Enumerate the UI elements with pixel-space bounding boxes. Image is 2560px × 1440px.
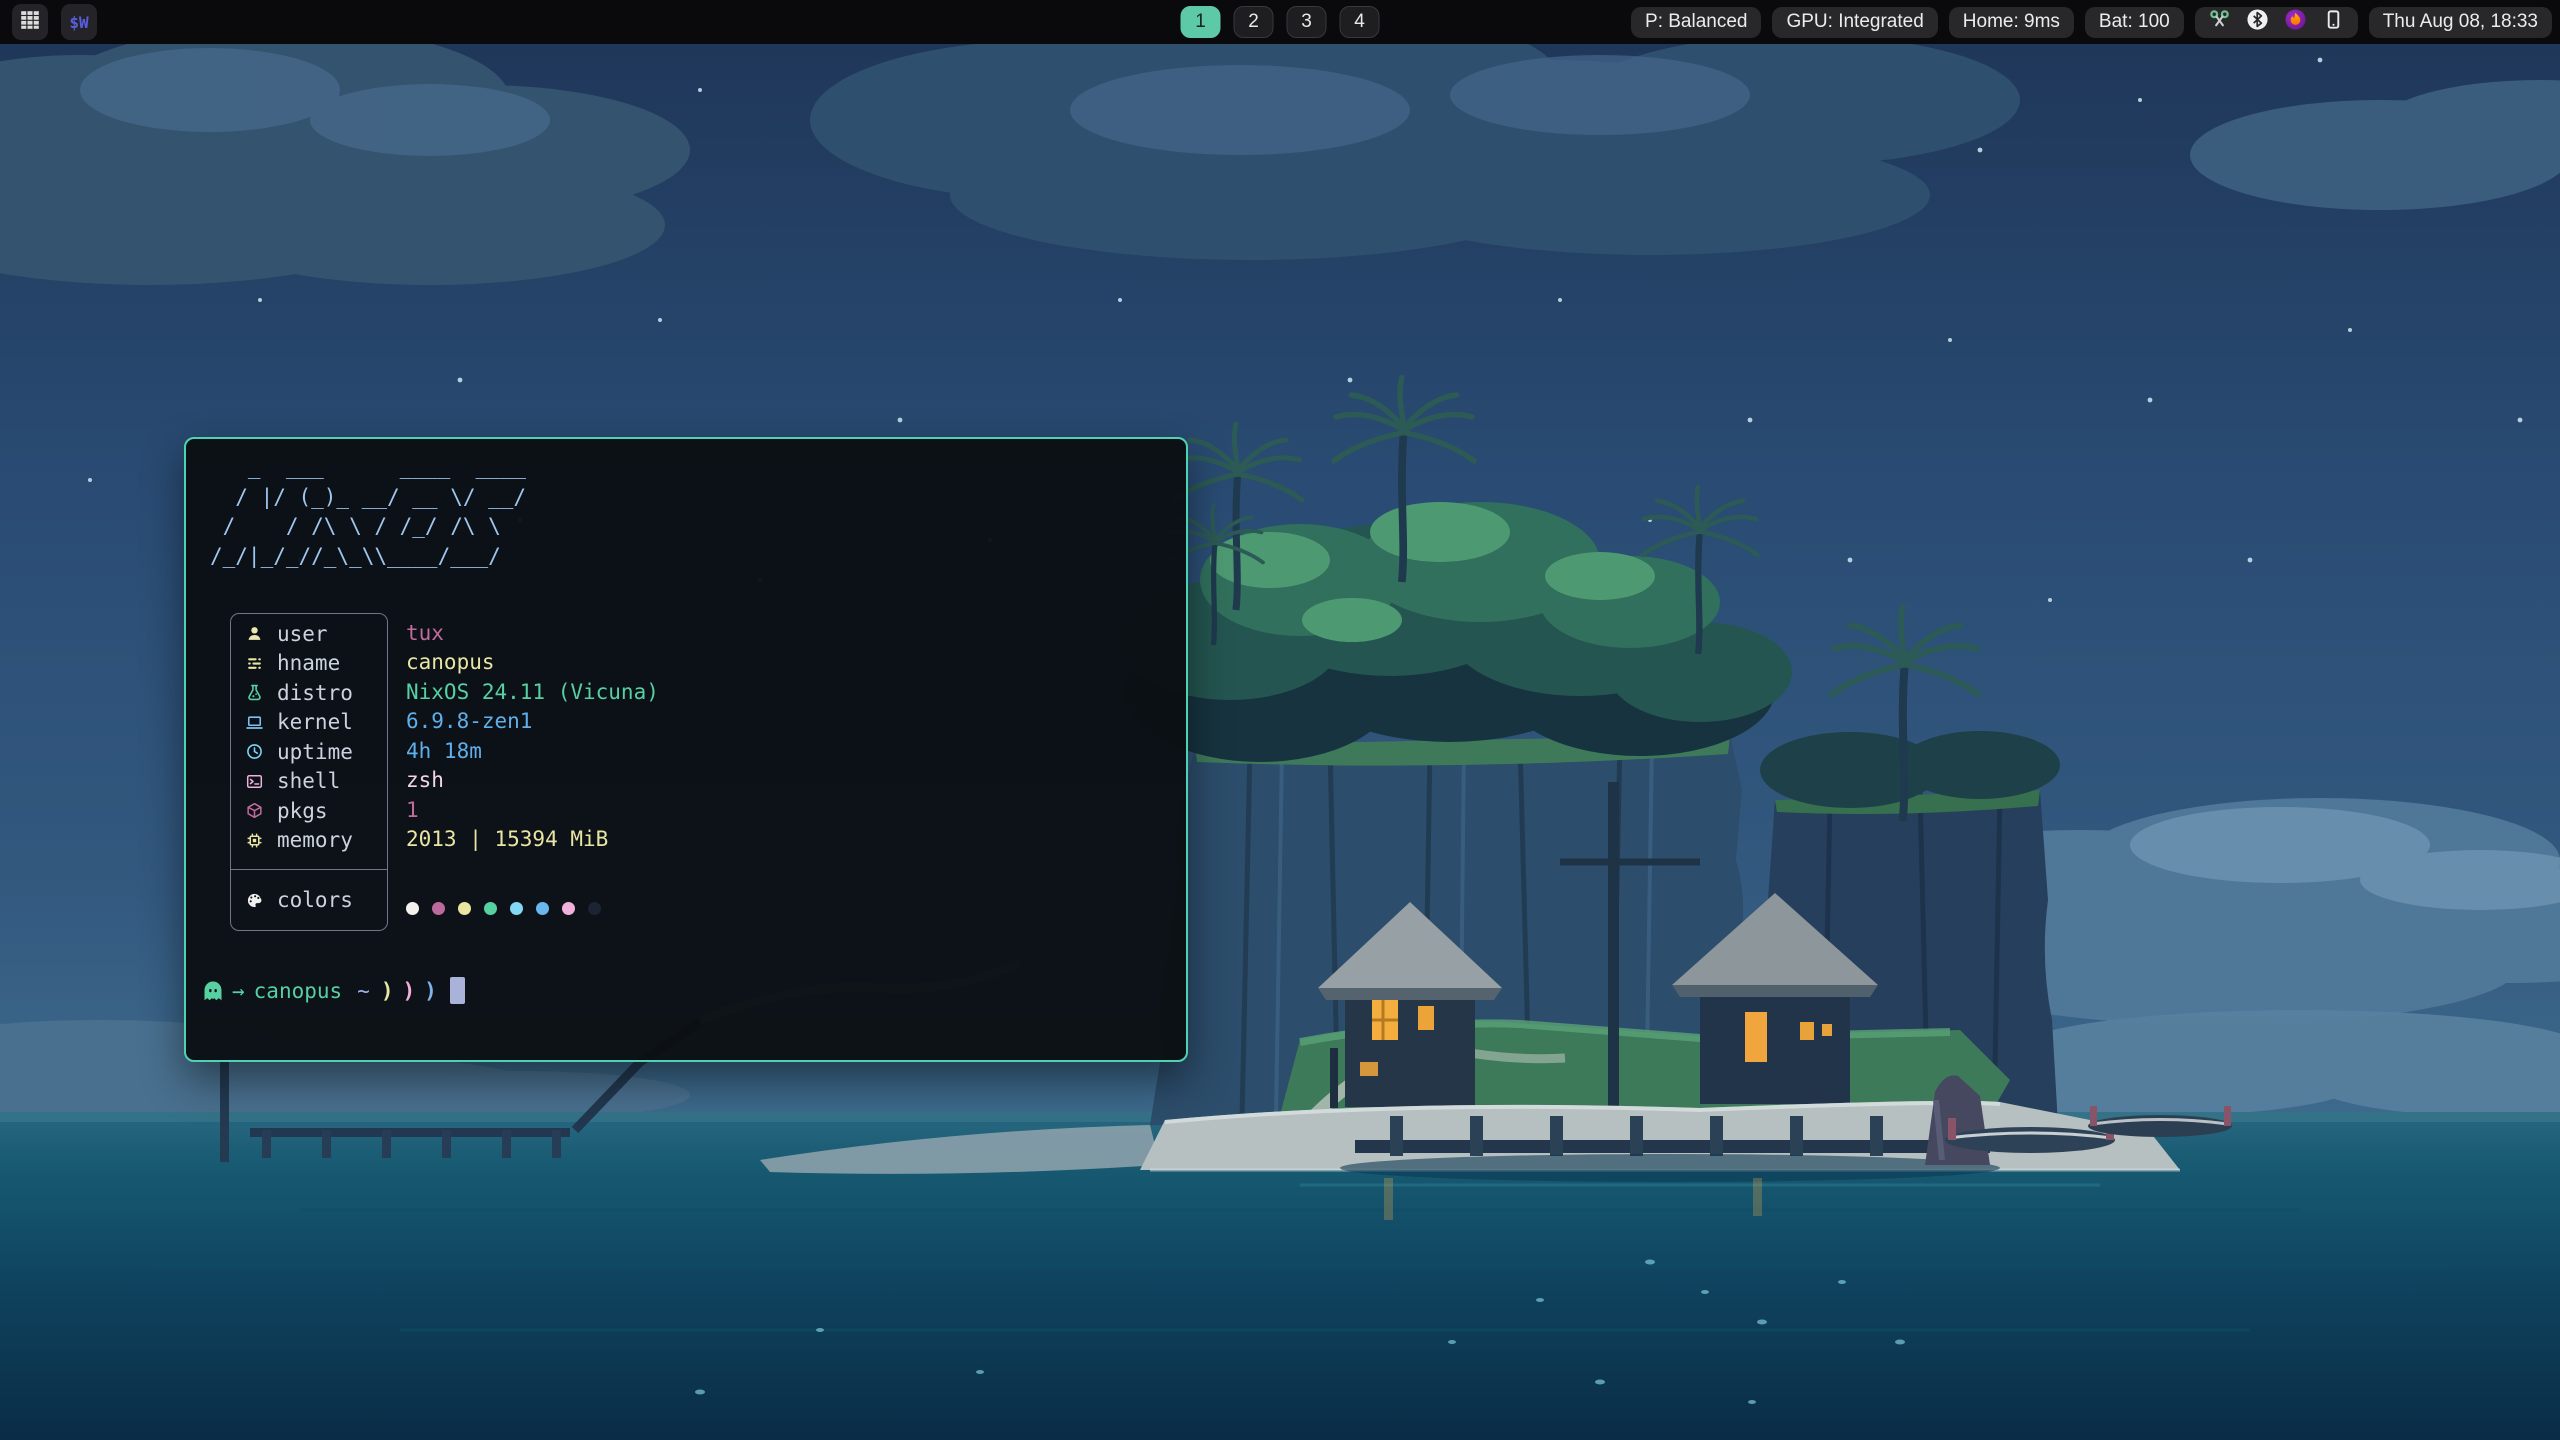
clock-pill[interactable]: Thu Aug 08, 18:33 xyxy=(2369,7,2552,38)
info-row-shell: shell xyxy=(231,767,387,797)
gpu-pill[interactable]: GPU: Integrated xyxy=(1772,7,1937,38)
laptop-icon xyxy=(244,714,264,731)
info-row-kernel: kernel xyxy=(231,708,387,738)
palette-icon xyxy=(244,892,264,909)
bar-left: $W xyxy=(0,4,97,40)
info-row-memory: memory xyxy=(231,826,387,856)
color-swatch xyxy=(432,902,445,915)
info-label: hname xyxy=(277,651,340,675)
info-row-colors: colors xyxy=(231,870,387,930)
scissors-icon[interactable] xyxy=(2208,8,2231,37)
info-row-user: user xyxy=(231,619,387,649)
color-swatch xyxy=(458,902,471,915)
flask-icon xyxy=(244,684,264,701)
workspace-2[interactable]: 2 xyxy=(1234,6,1274,38)
color-swatch xyxy=(406,902,419,915)
bluetooth-icon[interactable] xyxy=(2246,8,2269,37)
info-label: uptime xyxy=(277,740,353,764)
terminal-window[interactable]: _ ___ ____ ____ / |/ (_)_ __/ __ \/ __/ … xyxy=(184,437,1188,1062)
phone-icon[interactable] xyxy=(2322,8,2345,37)
battery-pill[interactable]: Bat: 100 xyxy=(2085,7,2184,38)
system-tray xyxy=(2195,7,2358,38)
info-label: shell xyxy=(277,769,340,793)
user-icon xyxy=(244,625,264,642)
prompt-chevron: ) xyxy=(381,979,394,1003)
bar-right: P: Balanced GPU: Integrated Home: 9ms Ba… xyxy=(1631,7,2560,38)
clock-icon xyxy=(244,743,264,760)
app-launcher-button[interactable] xyxy=(12,4,48,40)
info-value-shell: zsh xyxy=(406,766,659,796)
top-bar: $W 1 2 3 4 P: Balanced GPU: Integrated H… xyxy=(0,0,2560,44)
info-value-uptime: 4h 18m xyxy=(406,736,659,766)
power-profile-pill[interactable]: P: Balanced xyxy=(1631,7,1761,38)
ghost-icon xyxy=(201,979,225,1003)
color-swatch xyxy=(510,902,523,915)
fetch-info-table: user hname distro xyxy=(230,613,1186,931)
info-label: colors xyxy=(277,888,353,912)
info-label: kernel xyxy=(277,710,353,734)
info-label: distro xyxy=(277,681,353,705)
info-value-kernel: 6.9.8-zen1 xyxy=(406,707,659,737)
color-swatch xyxy=(536,902,549,915)
shell-prompt[interactable]: → canopus ~ ) ) ) xyxy=(201,977,1186,1004)
info-row-distro: distro xyxy=(231,678,387,708)
info-label: user xyxy=(277,622,328,646)
flameshot-icon[interactable] xyxy=(2284,8,2307,37)
desktop: $W 1 2 3 4 P: Balanced GPU: Integrated H… xyxy=(0,0,2560,1440)
package-icon xyxy=(244,802,264,819)
info-row-hname: hname xyxy=(231,649,387,679)
grid-icon xyxy=(19,9,41,36)
color-swatch xyxy=(588,902,601,915)
info-row-uptime: uptime xyxy=(231,737,387,767)
home-latency-pill[interactable]: Home: 9ms xyxy=(1949,7,2074,38)
prompt-chevron: ) xyxy=(424,979,437,1003)
info-label: memory xyxy=(277,828,353,852)
wezterm-icon: $W xyxy=(69,13,88,32)
info-value-pkgs: 1 xyxy=(406,795,659,825)
fetch-values-column: tux canopus NixOS 24.11 (Vicuna) 6.9.8-z… xyxy=(388,613,659,931)
chip-icon xyxy=(244,832,264,849)
text-cursor[interactable] xyxy=(450,977,465,1004)
fetch-labels-box: user hname distro xyxy=(230,613,388,931)
info-value-hname: canopus xyxy=(406,648,659,678)
workspace-1[interactable]: 1 xyxy=(1181,6,1221,38)
info-value-user: tux xyxy=(406,618,659,648)
nixos-ascii-logo: _ ___ ____ ____ / |/ (_)_ __/ __ \/ __/ … xyxy=(210,453,1186,571)
terminal-color-swatches xyxy=(406,894,659,924)
info-label: pkgs xyxy=(277,799,328,823)
info-row-pkgs: pkgs xyxy=(231,796,387,826)
workspace-switcher: 1 2 3 4 xyxy=(1181,0,1380,44)
list-icon xyxy=(244,655,264,672)
color-swatch xyxy=(562,902,575,915)
info-value-distro: NixOS 24.11 (Vicuna) xyxy=(406,677,659,707)
prompt-chevron: ) xyxy=(402,979,415,1003)
workspace-3[interactable]: 3 xyxy=(1287,6,1327,38)
prompt-hostname: canopus xyxy=(254,979,343,1003)
wezterm-button[interactable]: $W xyxy=(61,4,97,40)
info-value-memory: 2013 | 15394 MiB xyxy=(406,825,659,855)
workspace-4[interactable]: 4 xyxy=(1340,6,1380,38)
prompt-arrow: → xyxy=(232,979,245,1003)
terminal-icon xyxy=(244,773,264,790)
color-swatch xyxy=(484,902,497,915)
prompt-path: ~ xyxy=(357,979,370,1003)
